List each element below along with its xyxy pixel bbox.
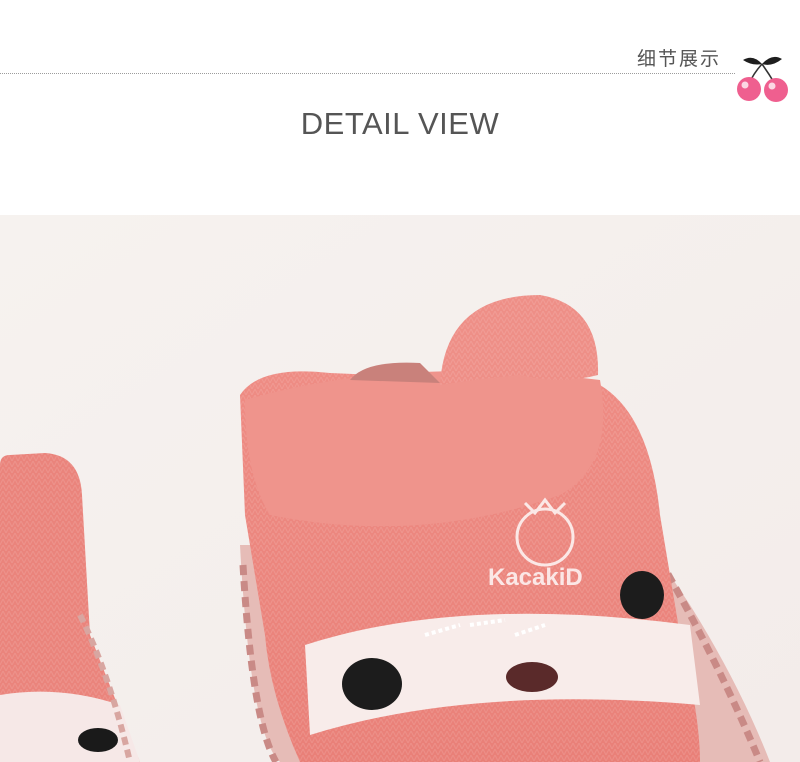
cherry-icon	[737, 56, 788, 102]
page-title: DETAIL VIEW	[300, 106, 500, 141]
product-photo: KacakiD	[0, 215, 800, 762]
divider-line	[0, 73, 735, 74]
brand-text: KacakiD	[488, 564, 583, 591]
section-label: 细节展示	[637, 48, 722, 70]
detail-header: 细节展示 DETAIL VIEW	[0, 0, 800, 215]
